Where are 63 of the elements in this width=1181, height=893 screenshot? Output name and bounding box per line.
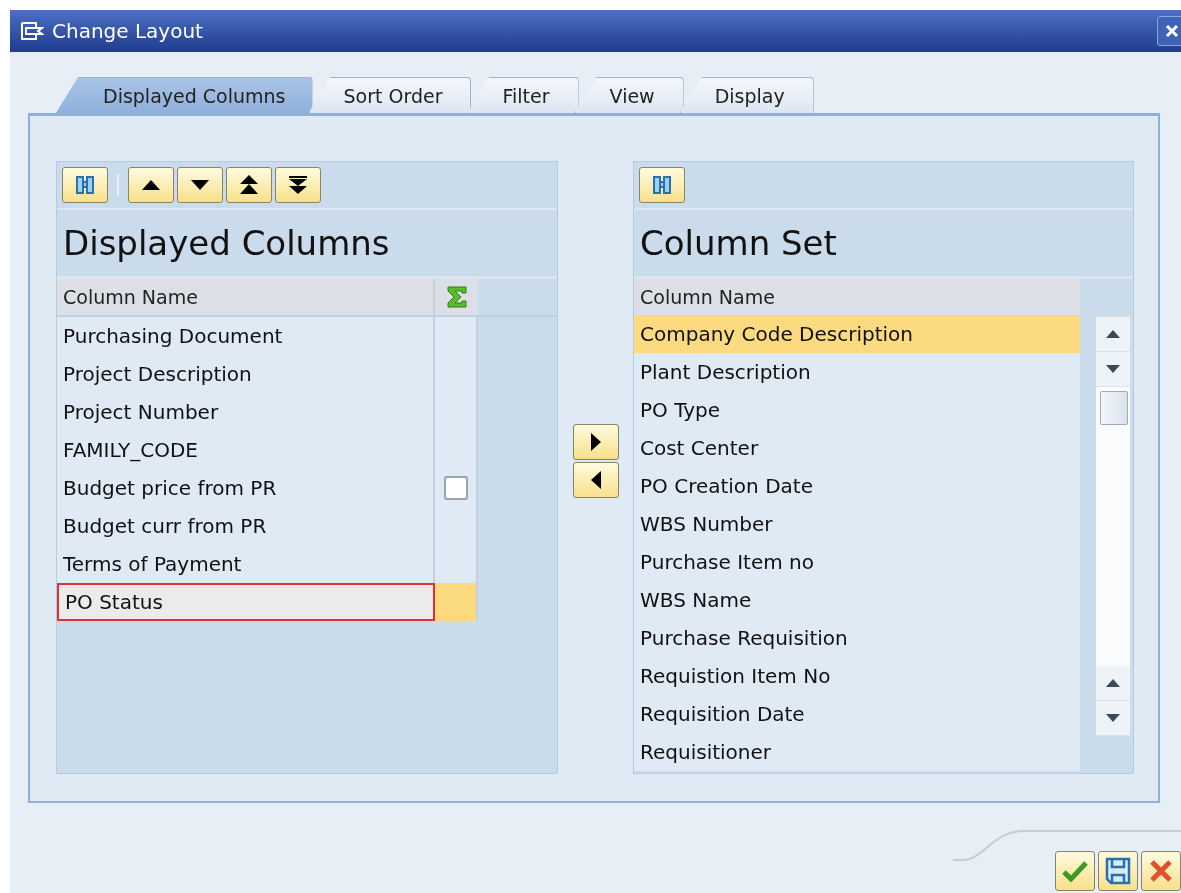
scroll-up-icon[interactable] [1106,330,1120,338]
table-cell[interactable]: Budget curr from PR [57,507,435,545]
scroll-down-icon[interactable] [1106,365,1120,373]
find-button[interactable] [639,167,685,203]
table-cell[interactable]: WBS Name [634,581,1080,619]
table-cell[interactable]: Requisitioner [634,733,1080,771]
cross-icon [1149,859,1173,883]
column-header[interactable]: Column Name [634,279,1080,315]
table-cell[interactable]: Terms of Payment [57,545,435,583]
save-button[interactable] [1098,851,1138,891]
tab[interactable]: Display [679,77,814,113]
binoculars-icon [74,173,96,197]
table-cell[interactable]: Purchasing Document [57,317,435,355]
left-triangle-icon [589,470,602,490]
sum-cell[interactable] [435,583,478,621]
double-down-triangle-icon [288,174,308,196]
add-column-button[interactable] [572,424,619,460]
tab[interactable]: View [574,77,684,113]
double-up-triangle-icon [239,174,259,196]
sum-checkbox[interactable] [443,476,468,500]
move-bottom-button[interactable] [275,167,321,203]
binoculars-icon [651,173,673,197]
up-triangle-icon [141,179,161,191]
move-up-button[interactable] [128,167,174,203]
table-cell[interactable]: Project Number [57,393,435,431]
column-header[interactable]: Column Name [57,279,435,315]
scrollbar[interactable] [1094,315,1132,738]
scroll-up-icon[interactable] [1106,679,1120,687]
scroll-thumb[interactable] [1100,391,1128,425]
checkmark-icon [1062,860,1088,882]
table-cell[interactable]: Requisition Date [634,695,1080,733]
sum-cell[interactable] [435,545,478,583]
right-triangle-icon [589,432,602,452]
scroll-down-icon[interactable] [1106,714,1120,722]
table-cell[interactable]: Purchase Requisition [634,619,1080,657]
table-cell[interactable]: Budget price from PR [57,469,435,507]
layout-icon [20,21,44,41]
tab[interactable]: Displayed Columns [56,77,313,113]
table-cell[interactable]: PO Creation Date [634,467,1080,505]
table-cell[interactable]: WBS Number [634,505,1080,543]
sum-icon[interactable] [445,285,468,309]
confirm-button[interactable] [1055,851,1095,891]
tab[interactable]: Sort Order [308,77,472,113]
move-top-button[interactable] [226,167,272,203]
table-cell[interactable]: Cost Center [634,429,1080,467]
table-cell[interactable]: FAMILY_CODE [57,431,435,469]
table-cell[interactable]: Requistion Item No [634,657,1080,695]
table-cell[interactable]: PO Status [57,583,435,621]
window-title: Change Layout [52,19,204,43]
close-button[interactable] [1157,16,1181,46]
down-triangle-icon [190,179,210,191]
remove-column-button[interactable] [572,462,619,498]
table-cell[interactable]: PO Type [634,391,1080,429]
table-cell[interactable]: Purchase Item no [634,543,1080,581]
table-cell[interactable]: Project Description [57,355,435,393]
close-icon [1164,23,1180,39]
cancel-button[interactable] [1141,851,1181,891]
tab[interactable]: Filter [467,77,579,113]
move-down-button[interactable] [177,167,223,203]
table-cell[interactable]: Plant Description [634,353,1080,391]
find-button[interactable] [62,167,108,203]
sum-cell[interactable] [435,317,478,355]
table-cell[interactable]: Company Code Description [634,315,1080,353]
